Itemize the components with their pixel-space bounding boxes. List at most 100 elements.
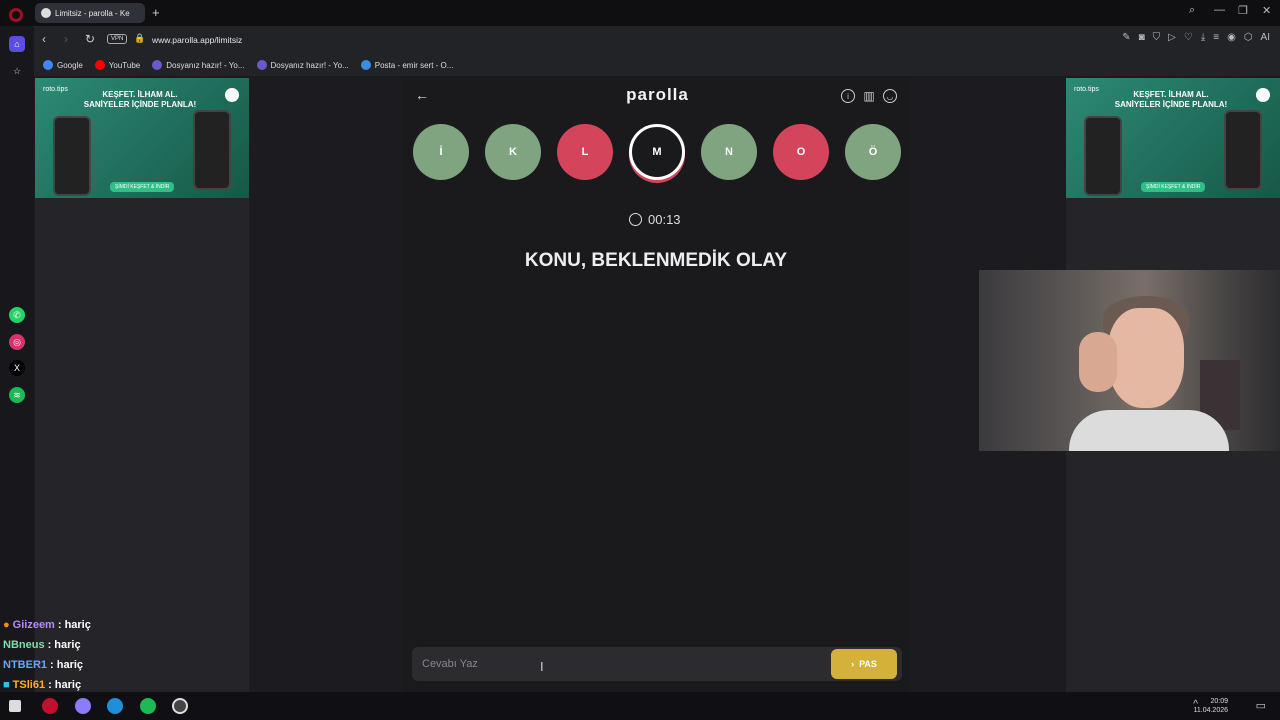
text-cursor-icon: I [540, 659, 544, 674]
ad-phone-image [53, 116, 91, 196]
header-icons: i ▥ ◡ [841, 89, 897, 103]
bookmarks-bar: Google YouTube Dosyanız hazır! - Yo... D… [34, 54, 1280, 76]
edit-icon[interactable]: ✎ [1122, 32, 1130, 43]
reload-icon[interactable]: ↻ [85, 32, 95, 46]
bookmark-posta[interactable]: Posta - emir sert - O... [360, 60, 453, 70]
obs-taskbar-icon[interactable] [172, 698, 188, 714]
bookmark-google[interactable]: Google [43, 60, 83, 70]
play-icon[interactable]: ▷ [1168, 32, 1176, 43]
bookmark-icon [152, 60, 163, 70]
tab-title: Limitsiz - parolla - Ke [55, 8, 130, 18]
ad-close-icon[interactable] [1256, 88, 1270, 102]
chat-message: NBneus: hariç [3, 639, 81, 651]
chat-message: ● Giizeem: hariç [3, 619, 91, 631]
opera-logo-icon[interactable] [9, 8, 23, 22]
timer-value: 00:13 [648, 212, 681, 227]
x-icon[interactable]: X [9, 360, 25, 376]
menu-icon[interactable]: ≡ [1213, 32, 1219, 43]
edge-taskbar-icon[interactable] [107, 698, 123, 714]
download-icon[interactable]: ⤓ [1201, 32, 1205, 43]
ai-button[interactable]: AI [1261, 32, 1270, 43]
letter-circle-7: Ö [845, 124, 901, 180]
webcam-person-face [1108, 308, 1184, 408]
pass-label: PAS [859, 659, 877, 669]
spotify-icon[interactable]: ≋ [9, 387, 25, 403]
webcam-overlay [979, 270, 1280, 451]
ad-headline: KEŞFET. İLHAM AL. SANİYELER İÇİNDE PLANLA… [1114, 90, 1228, 109]
letter-circle-3: L [557, 124, 613, 180]
webcam-person-body [1069, 410, 1229, 451]
chat-message: NTBER1: hariç [3, 659, 84, 671]
stats-icon[interactable]: ▥ [862, 89, 876, 103]
account-icon[interactable]: ◡ [883, 89, 897, 103]
webcam-person-hand [1079, 332, 1117, 392]
star-icon[interactable]: ☆ [9, 63, 25, 79]
instagram-icon[interactable]: ◎ [9, 334, 25, 350]
youtube-icon [94, 60, 105, 70]
tab-active[interactable]: Limitsiz - parolla - Ke [35, 3, 145, 23]
ad-banner-right[interactable]: roto.tips KEŞFET. İLHAM AL. SANİYELER İÇİ… [1066, 78, 1280, 198]
back-arrow-icon[interactable]: ← [415, 87, 429, 103]
lock-icon[interactable]: 🔒 [134, 33, 145, 44]
badge-icon: ■ [3, 679, 10, 691]
letter-circle-1: İ [413, 124, 469, 180]
extensions-icon[interactable]: ⬡ [1244, 32, 1253, 43]
forward-icon[interactable]: › [64, 32, 68, 46]
ad-cta[interactable]: ŞİMDİ KEŞFET & İNDİR [110, 182, 175, 192]
chevron-right-icon: › [851, 659, 855, 669]
browser-titlebar: Limitsiz - parolla - Ke + ⌕ — ❐ ✕ [0, 0, 1280, 26]
browser-toolbar: ‹ › ↻ VPN 🔒 www.parolla.app/limitsiz ✎ ◙… [34, 26, 1280, 54]
profile-icon[interactable]: ◉ [1227, 32, 1236, 43]
opera-taskbar-icon[interactable] [42, 698, 58, 714]
back-icon[interactable]: ‹ [42, 32, 46, 46]
badge-icon: ● [3, 619, 10, 631]
bookmark-youtube[interactable]: YouTube [94, 60, 140, 70]
ad-headline: KEŞFET. İLHAM AL. SANİYELER İÇİNDE PLANLA… [83, 90, 197, 109]
letter-circle-4: M [629, 124, 685, 180]
app-taskbar-icon[interactable] [75, 698, 91, 714]
ad-cta[interactable]: ŞİMDİ KEŞFET & İNDİR [1141, 182, 1206, 192]
windows-taskbar: ^ 20:09 11.04.2026 ▭ [0, 692, 1280, 720]
letter-circle-5: N [701, 124, 757, 180]
bookmark-dosya-1[interactable]: Dosyanız hazır! - Yo... [152, 60, 245, 70]
new-tab-icon[interactable]: + [152, 5, 160, 20]
ad-brand: roto.tips [1074, 86, 1099, 93]
stream-chat: ● Giizeem: hariç NBneus: hariç NTBER1: ha… [3, 615, 153, 695]
letter-circle-2: K [485, 124, 541, 180]
home-icon[interactable]: ⌂ [9, 36, 25, 52]
system-clock[interactable]: 20:09 11.04.2026 [1193, 697, 1228, 715]
info-icon[interactable]: i [841, 89, 855, 103]
google-icon [43, 60, 53, 70]
camera-icon[interactable]: ◙ [1139, 32, 1145, 43]
heart-icon[interactable]: ♡ [1184, 32, 1193, 43]
letter-circle-6: O [773, 124, 829, 180]
question-topic: KONU, BEKLENMEDİK OLAY [524, 250, 788, 271]
vpn-badge[interactable]: VPN [107, 34, 128, 44]
answer-input[interactable] [412, 647, 902, 681]
timer: 00:13 [629, 212, 681, 227]
pass-button[interactable]: › PAS [831, 649, 897, 679]
parolla-logo[interactable]: parolla [600, 85, 715, 105]
windows-start-icon[interactable] [9, 700, 21, 712]
maximize-icon[interactable]: ❐ [1238, 4, 1248, 17]
shield-icon[interactable]: ⛉ [1153, 32, 1161, 43]
toolbar-icons: ✎ ◙ ⛉ ▷ ♡ ⤓ ≡ ◉ ⬡ AI [1122, 32, 1270, 43]
ad-phone-image [193, 110, 231, 190]
bookmark-icon [256, 60, 267, 70]
address-bar[interactable]: www.parolla.app/limitsiz [152, 35, 242, 45]
whatsapp-icon[interactable]: ✆ [9, 307, 25, 323]
outlook-icon [360, 60, 371, 70]
ad-brand: roto.tips [43, 86, 68, 93]
bookmark-dosya-2[interactable]: Dosyanız hazır! - Yo... [256, 60, 349, 70]
search-tabs-icon[interactable]: ⌕ [1189, 4, 1195, 17]
ad-banner-left[interactable]: roto.tips KEŞFET. İLHAM AL. SANİYELER İÇİ… [35, 78, 249, 198]
clock-icon [629, 213, 642, 226]
ad-phone-image [1084, 116, 1122, 196]
notification-icon[interactable]: ▭ [1256, 699, 1266, 712]
minimize-icon[interactable]: — [1214, 4, 1225, 16]
spotify-taskbar-icon[interactable] [140, 698, 156, 714]
browser-sidebar: ⌂ ☆ ✆ ◎ X ≋ [0, 26, 34, 692]
tab-favicon-icon [41, 8, 51, 18]
ad-close-icon[interactable] [225, 88, 239, 102]
close-window-icon[interactable]: ✕ [1262, 4, 1271, 17]
